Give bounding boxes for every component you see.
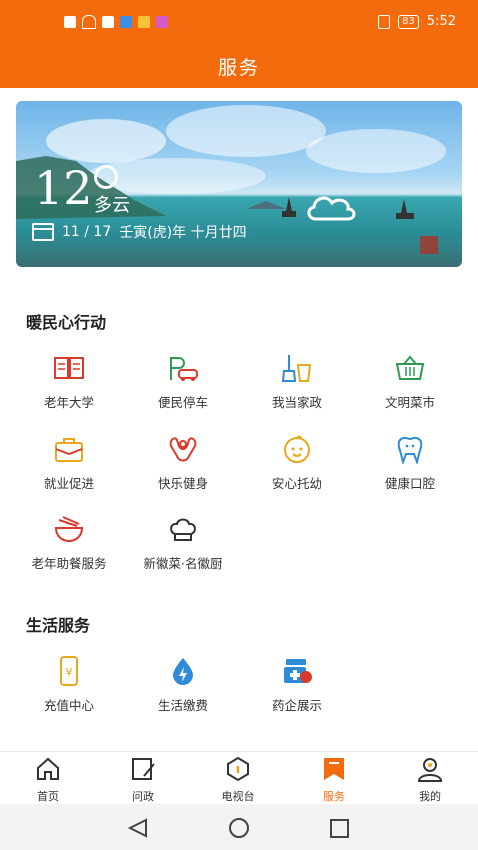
back-icon bbox=[127, 818, 147, 838]
grid-item-employment[interactable]: 就业促进 bbox=[19, 431, 119, 492]
cloud-app-icon bbox=[120, 16, 132, 28]
temperature: 12 bbox=[34, 161, 93, 215]
grid-item-childcare[interactable]: 安心托幼 bbox=[247, 431, 347, 492]
tab-label: 首页 bbox=[37, 790, 59, 803]
date-row: 11 / 17 壬寅(虎)年 十月廿四 bbox=[32, 222, 247, 242]
battery-icon: 83 bbox=[398, 14, 419, 29]
grid-item-label: 便民停车 bbox=[157, 395, 208, 410]
section-title-life-services: 生活服务 bbox=[26, 616, 91, 635]
seal-stamp bbox=[420, 236, 438, 254]
grid-item-label: 新徽菜·名徽厨 bbox=[143, 556, 223, 571]
grid-item-label: 快乐健身 bbox=[157, 476, 208, 491]
grid-item-market[interactable]: 文明菜市 bbox=[360, 350, 460, 411]
grid-item-label: 药企展示 bbox=[271, 698, 322, 713]
grid-item-pharma[interactable]: 药企展示 bbox=[247, 653, 347, 714]
solar-date: 11 / 17 bbox=[62, 224, 112, 240]
user-icon bbox=[417, 758, 443, 782]
tooth-icon bbox=[392, 431, 428, 467]
grid-item-label: 充值中心 bbox=[43, 698, 94, 713]
tab-label: 我的 bbox=[419, 790, 441, 803]
grid-item-housekeeping[interactable]: 我当家政 bbox=[247, 350, 347, 411]
grid-item-label: 就业促进 bbox=[43, 476, 94, 491]
wifi-icon bbox=[82, 15, 96, 29]
clock: 5:52 bbox=[426, 14, 456, 29]
tab-profile[interactable]: 我的 bbox=[390, 756, 470, 804]
grid-item-utility-payment[interactable]: 生活缴费 bbox=[133, 653, 233, 714]
meal-bowl-icon bbox=[51, 511, 87, 547]
basket-icon bbox=[392, 350, 428, 386]
tab-services[interactable]: 服务 bbox=[294, 756, 374, 804]
grid-item-dental[interactable]: 健康口腔 bbox=[360, 431, 460, 492]
app-icon bbox=[138, 16, 150, 28]
tv-icon bbox=[227, 756, 249, 782]
status-bar: 83 5:52 bbox=[0, 0, 478, 44]
grid-item-recharge[interactable]: ¥ 充值中心 bbox=[19, 653, 119, 714]
home-icon bbox=[37, 757, 59, 780]
grid-item-label: 老年助餐服务 bbox=[31, 556, 107, 571]
svg-text:¥: ¥ bbox=[66, 666, 73, 679]
vibrate-icon bbox=[378, 14, 391, 29]
bottom-tab-bar: 首页 问政 电视台 服务 我的 bbox=[0, 751, 478, 805]
calendar-icon bbox=[32, 223, 54, 241]
app-icon bbox=[102, 16, 114, 28]
grid-item-elderly-university[interactable]: 老年大学 bbox=[19, 350, 119, 411]
bookmark-icon bbox=[324, 758, 344, 780]
baby-face-icon bbox=[279, 431, 315, 467]
edit-icon bbox=[132, 758, 155, 780]
grid-item-label: 安心托幼 bbox=[271, 476, 322, 491]
utility-payment-icon bbox=[165, 653, 201, 689]
broom-bucket-icon bbox=[279, 350, 315, 386]
grid-item-elderly-meals[interactable]: 老年助餐服务 bbox=[19, 511, 119, 572]
medicine-box-icon bbox=[279, 653, 315, 689]
grid-item-label: 生活缴费 bbox=[157, 698, 208, 713]
chef-hat-icon bbox=[165, 511, 201, 547]
grid-item-fitness[interactable]: 快乐健身 bbox=[133, 431, 233, 492]
notification-icon bbox=[64, 16, 76, 28]
status-icons-left bbox=[64, 15, 168, 29]
phone-recharge-icon: ¥ bbox=[51, 653, 87, 689]
system-nav-bar bbox=[0, 804, 478, 850]
tab-tv[interactable]: 电视台 bbox=[198, 756, 278, 804]
grid-item-parking[interactable]: 便民停车 bbox=[133, 350, 233, 411]
status-icons-right: 83 5:52 bbox=[378, 14, 456, 29]
parking-car-icon bbox=[165, 350, 201, 386]
muscle-icon bbox=[165, 431, 201, 467]
home-circle-icon bbox=[229, 818, 249, 838]
grid-item-hui-cuisine[interactable]: 新徽菜·名徽厨 bbox=[133, 511, 233, 572]
book-icon bbox=[51, 350, 87, 386]
tab-label: 电视台 bbox=[221, 790, 255, 803]
tab-label: 问政 bbox=[132, 790, 154, 803]
grid-item-label: 文明菜市 bbox=[384, 395, 435, 410]
page-title: 服务 bbox=[217, 57, 260, 79]
app-header: 服务 bbox=[0, 44, 478, 88]
weather-banner[interactable]: 12 多云 11 / 17 壬寅(虎)年 十月廿四 bbox=[16, 101, 462, 267]
briefcase-icon bbox=[51, 431, 87, 467]
recents-icon bbox=[330, 819, 349, 838]
grid-item-label: 老年大学 bbox=[43, 395, 94, 410]
cloud-icon bbox=[307, 196, 356, 221]
degree-symbol bbox=[94, 165, 118, 189]
tab-inquiry[interactable]: 问政 bbox=[103, 756, 183, 804]
tab-label: 服务 bbox=[323, 790, 345, 803]
grid-item-label: 健康口腔 bbox=[384, 476, 435, 491]
app-icon bbox=[156, 16, 168, 28]
section-title-warm-action: 暖民心行动 bbox=[26, 313, 107, 332]
grid-item-label: 我当家政 bbox=[271, 395, 322, 410]
tab-home[interactable]: 首页 bbox=[8, 756, 88, 804]
weather-condition: 多云 bbox=[94, 195, 130, 216]
lunar-date: 壬寅(虎)年 十月廿四 bbox=[119, 225, 247, 241]
